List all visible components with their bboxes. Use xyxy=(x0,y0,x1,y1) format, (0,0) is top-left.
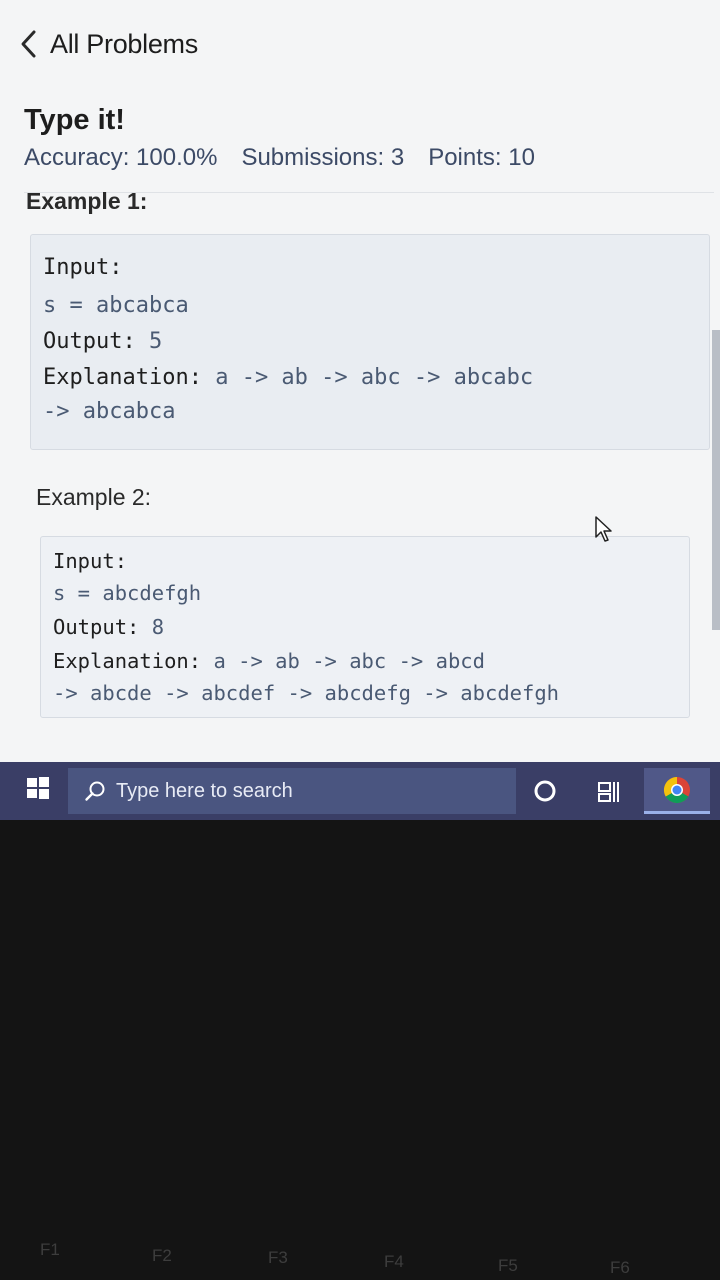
submissions-stat: Submissions: 3 xyxy=(241,144,405,171)
windows-start-icon[interactable] xyxy=(26,776,50,800)
example-1-box: Input: s = abcabca Output: 5 Explanation… xyxy=(30,234,710,450)
scrollbar[interactable] xyxy=(712,330,720,630)
key-f1: F1 xyxy=(40,1240,60,1259)
example-2-explanation-line2: -> abcde -> abcdef -> abcdefg -> abcdefg… xyxy=(53,681,560,705)
key-f4: F4 xyxy=(384,1252,404,1271)
example-1-input-label: Input: xyxy=(43,255,123,280)
example-1-output-label: Output: xyxy=(43,329,136,354)
cortana-icon[interactable] xyxy=(532,778,558,804)
example-1-heading: Example 1: xyxy=(26,188,148,214)
task-view-icon[interactable] xyxy=(596,778,622,804)
app-screen: All Problems Type it! Accuracy: 100.0% S… xyxy=(0,0,720,770)
example-1-input-value: s = abcabca xyxy=(43,293,189,318)
example-2-output-label: Output: xyxy=(53,615,140,639)
example-1-explanation-line1: a -> ab -> abc -> abcabc xyxy=(215,365,534,390)
key-f2: F2 xyxy=(152,1246,172,1265)
example-1-explanation-label: Explanation: xyxy=(43,365,202,390)
problem-stats: Accuracy: 100.0% Submissions: 3 Points: … xyxy=(24,144,535,172)
example-2-explanation: Explanation: a -> ab -> abc -> abcd xyxy=(53,649,485,673)
key-f6: F6 xyxy=(610,1258,630,1277)
chrome-icon xyxy=(663,776,690,803)
example-1-output: Output: 5 xyxy=(43,329,162,354)
problem-title: Type it! xyxy=(24,104,125,136)
example-2-output: Output: 8 xyxy=(53,615,164,639)
example-2-output-value: 8 xyxy=(151,615,165,639)
key-f5: F5 xyxy=(498,1256,518,1275)
example-2-heading: Example 2: xyxy=(36,484,152,510)
example-1-explanation: Explanation: a -> ab -> abc -> abcabc xyxy=(43,365,533,390)
chevron-left-icon xyxy=(21,30,36,58)
example-2-input-label: Input: xyxy=(53,549,128,573)
example-2-box: Input: s = abcdefgh Output: 8 Explanatio… xyxy=(40,536,690,718)
points-stat: Points: 10 xyxy=(428,144,535,171)
example-1-output-value: 5 xyxy=(148,329,163,354)
accuracy-stat: Accuracy: 100.0% xyxy=(24,144,218,171)
taskbar: Type here to search xyxy=(0,762,720,820)
example-1-explanation-line2: -> abcabca xyxy=(43,399,176,424)
search-placeholder: Type here to search xyxy=(116,779,293,802)
example-2-explanation-line1: a -> ab -> abc -> abcd xyxy=(213,649,485,673)
search-icon xyxy=(85,781,105,801)
back-label: All Problems xyxy=(50,28,198,59)
example-2-explanation-label: Explanation: xyxy=(53,649,202,673)
taskbar-search-box[interactable]: Type here to search xyxy=(68,768,516,814)
back-button[interactable]: All Problems xyxy=(14,22,198,66)
chrome-taskbar-button[interactable] xyxy=(644,768,710,814)
mouse-pointer-icon xyxy=(595,516,612,542)
example-2-input-value: s = abcdefgh xyxy=(53,581,202,605)
keyboard-function-row: F1 F2 F3 F4 F5 F6 xyxy=(0,1230,720,1280)
key-f3: F3 xyxy=(268,1248,288,1267)
